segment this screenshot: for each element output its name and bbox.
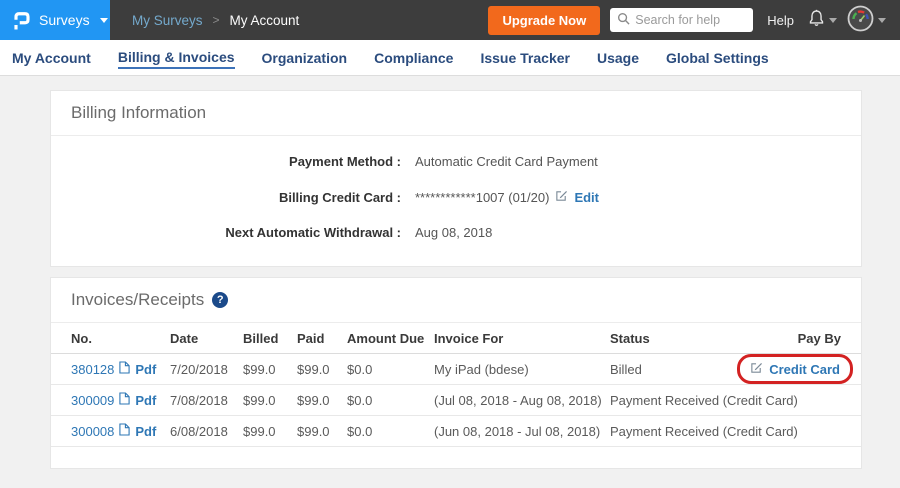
edit-pencil-icon xyxy=(555,189,568,205)
pdf-link[interactable]: Pdf xyxy=(135,362,156,377)
invoice-amount-due: $0.0 xyxy=(347,393,434,408)
help-link[interactable]: Help xyxy=(767,13,794,28)
invoice-number-link[interactable]: 380128 xyxy=(71,362,114,377)
invoices-receipts-card: Invoices/Receipts ? No. Date Billed Paid… xyxy=(50,277,862,469)
invoice-for: (Jul 08, 2018 - Aug 08, 2018) xyxy=(434,393,610,408)
product-switcher-label: Surveys xyxy=(39,12,90,28)
invoice-paid: $99.0 xyxy=(297,393,347,408)
invoice-amount-due: $0.0 xyxy=(347,362,434,377)
edit-credit-card-link[interactable]: Edit xyxy=(574,190,599,205)
chevron-down-icon xyxy=(829,18,837,23)
invoice-billed: $99.0 xyxy=(243,393,297,408)
billing-credit-card-value: ************1007 (01/20) xyxy=(415,190,549,205)
pdf-link[interactable]: Pdf xyxy=(135,393,156,408)
user-menu[interactable] xyxy=(847,5,886,35)
invoice-date: 7/08/2018 xyxy=(170,393,243,408)
invoice-billed: $99.0 xyxy=(243,424,297,439)
invoice-row: 380128 Pdf 7/20/2018 $99.0 $99.0 $0.0 My… xyxy=(51,354,861,385)
search-input[interactable] xyxy=(635,13,746,27)
invoice-status: Billed xyxy=(610,362,737,377)
invoice-for: My iPad (bdese) xyxy=(434,362,610,377)
product-switcher[interactable]: Surveys xyxy=(0,0,110,40)
avatar xyxy=(847,5,874,35)
col-amount-due: Amount Due xyxy=(347,331,434,346)
col-pay-by: Pay By xyxy=(798,331,841,346)
red-highlight-annotation: Credit Card xyxy=(737,354,853,384)
invoice-date: 6/08/2018 xyxy=(170,424,243,439)
notifications-button[interactable] xyxy=(808,9,837,31)
billing-credit-card-label: Billing Credit Card : xyxy=(71,190,401,205)
invoices-receipts-title: Invoices/Receipts xyxy=(71,290,204,310)
tab-global-settings[interactable]: Global Settings xyxy=(666,48,769,68)
invoice-row: 300008 Pdf 6/08/2018 $99.0 $99.0 $0.0 (J… xyxy=(51,416,861,447)
col-paid: Paid xyxy=(297,331,347,346)
chevron-down-icon xyxy=(878,18,886,23)
invoice-paid: $99.0 xyxy=(297,362,347,377)
breadcrumb: My Surveys > My Account xyxy=(132,13,299,28)
pdf-file-icon xyxy=(119,423,130,439)
tab-billing-invoices[interactable]: Billing & Invoices xyxy=(118,47,235,69)
invoice-status: Payment Received (Credit Card) xyxy=(610,424,841,439)
next-withdrawal-row: Next Automatic Withdrawal : Aug 08, 2018 xyxy=(71,215,841,250)
invoice-for: (Jun 08, 2018 - Jul 08, 2018) xyxy=(434,424,610,439)
upgrade-now-button[interactable]: Upgrade Now xyxy=(488,6,600,35)
billing-credit-card-row: Billing Credit Card : ************1007 (… xyxy=(71,179,841,215)
question-circle-icon[interactable]: ? xyxy=(212,292,228,308)
help-search-box[interactable] xyxy=(610,8,753,32)
invoice-row: 300009 Pdf 7/08/2018 $99.0 $99.0 $0.0 (J… xyxy=(51,385,861,416)
payment-method-label: Payment Method : xyxy=(71,154,401,169)
tab-my-account[interactable]: My Account xyxy=(12,48,91,68)
next-withdrawal-value: Aug 08, 2018 xyxy=(415,225,492,240)
col-invoice-for: Invoice For xyxy=(434,331,610,346)
questionpro-logo-icon xyxy=(10,8,31,33)
invoice-table-header: No. Date Billed Paid Amount Due Invoice … xyxy=(51,323,861,354)
invoice-status: Payment Received (Credit Card) xyxy=(610,393,841,408)
breadcrumb-my-account: My Account xyxy=(230,13,300,28)
col-billed: Billed xyxy=(243,331,297,346)
invoice-paid: $99.0 xyxy=(297,424,347,439)
chevron-down-icon xyxy=(100,18,108,23)
payment-method-row: Payment Method : Automatic Credit Card P… xyxy=(71,144,841,179)
breadcrumb-separator: > xyxy=(213,13,220,27)
col-status: Status xyxy=(610,331,798,346)
tab-organization[interactable]: Organization xyxy=(262,48,348,68)
search-icon xyxy=(617,12,630,28)
col-date: Date xyxy=(170,331,243,346)
pdf-file-icon xyxy=(119,361,130,377)
tab-issue-tracker[interactable]: Issue Tracker xyxy=(480,48,570,68)
breadcrumb-my-surveys[interactable]: My Surveys xyxy=(132,13,203,28)
invoice-date: 7/20/2018 xyxy=(170,362,243,377)
billing-information-card: Billing Information Payment Method : Aut… xyxy=(50,90,862,267)
pay-by-credit-card-link[interactable]: Credit Card xyxy=(769,362,840,377)
top-header: Surveys My Surveys > My Account Upgrade … xyxy=(0,0,900,40)
invoice-number-link[interactable]: 300008 xyxy=(71,424,114,439)
payment-method-value: Automatic Credit Card Payment xyxy=(415,154,598,169)
edit-pencil-icon xyxy=(750,361,763,377)
invoice-number-link[interactable]: 300009 xyxy=(71,393,114,408)
bell-icon xyxy=(808,9,825,31)
tab-compliance[interactable]: Compliance xyxy=(374,48,453,68)
invoice-billed: $99.0 xyxy=(243,362,297,377)
account-nav-tabs: My Account Billing & Invoices Organizati… xyxy=(0,40,900,76)
tab-usage[interactable]: Usage xyxy=(597,48,639,68)
next-withdrawal-label: Next Automatic Withdrawal : xyxy=(71,225,401,240)
invoice-amount-due: $0.0 xyxy=(347,424,434,439)
pdf-link[interactable]: Pdf xyxy=(135,424,156,439)
col-no: No. xyxy=(71,331,170,346)
pdf-file-icon xyxy=(119,392,130,408)
billing-information-title: Billing Information xyxy=(71,103,206,123)
